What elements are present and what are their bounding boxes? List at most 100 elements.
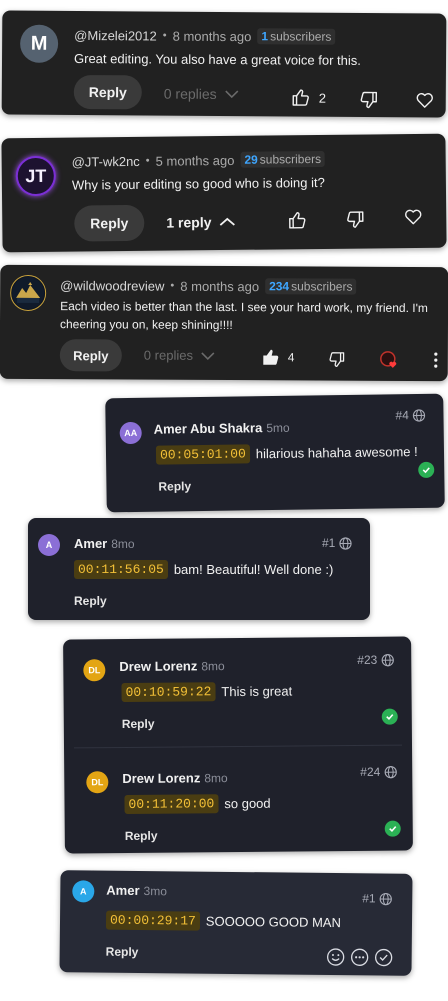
separator-dot: •	[170, 279, 175, 292]
timecode-badge[interactable]: 00:05:01:00	[155, 444, 250, 465]
comment-body: 00:10:59:22 This is great	[121, 682, 292, 703]
heart-icon	[405, 209, 422, 225]
reply-button[interactable]: Reply	[106, 945, 139, 959]
check-circle-icon	[374, 948, 393, 967]
comment-age: 8mo	[204, 771, 228, 786]
comment-text: so good	[224, 795, 271, 812]
dislike-button[interactable]	[326, 349, 348, 371]
separator-dot: •	[162, 29, 167, 42]
like-count: 2	[318, 90, 327, 106]
avatar-initials: DL	[88, 665, 101, 676]
comment-body: 00:05:01:00 hilarious hahaha awesome !	[155, 442, 418, 465]
author-name: Amer 8mo	[74, 536, 135, 551]
avatar[interactable]: M	[20, 24, 59, 63]
more-options-button[interactable]	[430, 349, 442, 371]
emoji-button[interactable]	[326, 947, 346, 967]
comment-time[interactable]: 8 months ago	[180, 278, 259, 293]
avatar-initials: DL	[91, 777, 104, 788]
comment-text: Each video is better than the last. I se…	[59, 299, 428, 333]
timecode-badge[interactable]: 00:11:20:00	[124, 794, 219, 814]
comment-age: 8mo	[111, 537, 135, 551]
resolved-check[interactable]	[381, 708, 398, 725]
like-button[interactable]	[286, 209, 308, 231]
replies-toggle[interactable]: 1 reply	[166, 214, 236, 231]
globe-icon	[339, 536, 352, 550]
avatar-initials: A	[45, 540, 53, 550]
globe-icon	[413, 408, 426, 422]
resolved-check[interactable]	[418, 461, 435, 479]
avatar-initials: A	[80, 886, 87, 897]
comment-text: bam! Beautiful! Well done :)	[173, 562, 334, 577]
comment-age: 5mo	[266, 420, 290, 436]
reply-button[interactable]: Reply	[59, 339, 122, 372]
author-name-text: Drew Lorenz	[119, 658, 198, 675]
replies-toggle[interactable]: 0 replies	[164, 86, 239, 103]
reply-button[interactable]: Reply	[74, 594, 107, 608]
comment-body: 00:11:20:00 so good	[124, 794, 271, 814]
avatar: DL	[83, 659, 106, 682]
chevron-down-icon	[225, 90, 239, 99]
dislike-button[interactable]	[344, 209, 366, 231]
heart-button[interactable]	[414, 89, 436, 111]
thumbs-up-icon	[292, 89, 309, 106]
avatar: A	[72, 880, 95, 903]
subscriber-badge: 1 subscribers	[257, 28, 336, 45]
heart-icon	[416, 93, 433, 108]
comment-number: #4	[395, 408, 426, 422]
heart-button[interactable]	[402, 206, 424, 228]
subscriber-count: 29	[244, 152, 258, 167]
avatar[interactable]: JT	[15, 155, 57, 197]
timecode-badge[interactable]: 00:11:56:05	[74, 560, 168, 579]
resolved-check[interactable]	[384, 820, 401, 837]
comment-age: 8mo	[201, 659, 225, 674]
comment-time[interactable]: 5 months ago	[156, 152, 235, 168]
comment-age: 3mo	[143, 884, 167, 899]
subscriber-badge: 29 subscribers	[240, 150, 326, 168]
comment-number: #1	[362, 891, 393, 905]
reply-button[interactable]: Reply	[125, 829, 158, 843]
thumbs-up-filled-icon	[263, 349, 279, 365]
like-button[interactable]	[290, 86, 312, 108]
comment-number: #24	[360, 765, 397, 779]
more-options-button[interactable]	[350, 947, 370, 967]
timecode-badge[interactable]: 00:00:29:17	[105, 910, 200, 931]
avatar[interactable]	[10, 274, 47, 312]
replies-label: 1 reply	[166, 214, 212, 231]
timecode-badge[interactable]: 00:10:59:22	[121, 682, 216, 703]
subscriber-label: subscribers	[259, 151, 322, 167]
comment-time[interactable]: 8 months ago	[173, 28, 252, 44]
reply-button[interactable]: Reply	[74, 204, 145, 242]
divider	[74, 744, 403, 749]
review-comment-card: A Amer 3mo #1 00:00:29:17 SOOOOO GOOD MAN…	[59, 870, 413, 976]
author-handle[interactable]: @JT-wk2nc	[72, 153, 140, 169]
like-count: 4	[287, 350, 295, 365]
avatar: A	[38, 534, 60, 556]
author-name-text: Amer	[106, 882, 140, 898]
chevron-up-icon	[219, 217, 236, 226]
author-name: Drew Lorenz 8mo	[122, 770, 227, 786]
author-handle[interactable]: @Mizelei2012	[74, 27, 157, 43]
comment-meta: @JT-wk2nc • 5 months ago 29 subscribers	[72, 150, 326, 170]
comment-number-text: #24	[360, 764, 381, 779]
subscriber-count: 1	[261, 29, 269, 44]
check-icon	[389, 826, 397, 833]
resolve-button[interactable]	[374, 947, 394, 967]
reply-button[interactable]: Reply	[158, 479, 191, 493]
comment-number-text: #4	[395, 408, 409, 423]
comment-number: #23	[357, 653, 394, 667]
smiley-icon	[326, 948, 345, 966]
reply-button[interactable]: Reply	[73, 74, 142, 110]
like-button[interactable]	[260, 346, 282, 368]
comment-number-text: #1	[322, 536, 336, 550]
replies-label: 0 replies	[163, 85, 217, 102]
replies-toggle[interactable]: 0 replies	[144, 348, 215, 363]
reply-button[interactable]: Reply	[122, 717, 155, 731]
dislike-button[interactable]	[358, 89, 380, 111]
author-handle[interactable]: @wildwoodreview	[60, 278, 164, 294]
creator-heart-icon	[380, 351, 397, 368]
comment-number-text: #1	[362, 891, 376, 906]
subscriber-count: 234	[269, 279, 290, 294]
creator-heart[interactable]	[378, 349, 400, 371]
thumbs-down-icon	[347, 211, 364, 228]
subscriber-badge: 234 subscribers	[265, 278, 357, 295]
